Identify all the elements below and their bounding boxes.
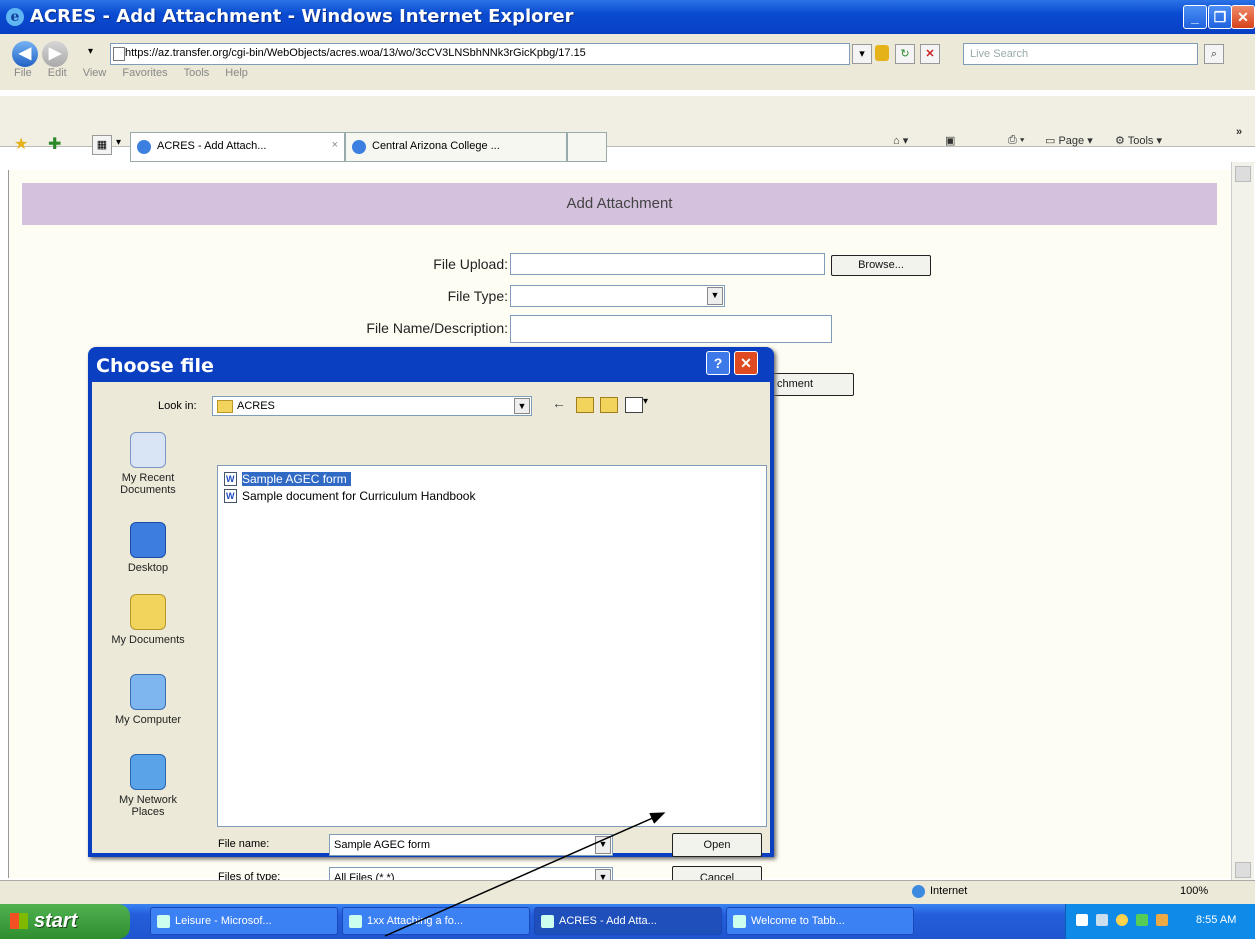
annotation-arrow bbox=[384, 812, 666, 937]
